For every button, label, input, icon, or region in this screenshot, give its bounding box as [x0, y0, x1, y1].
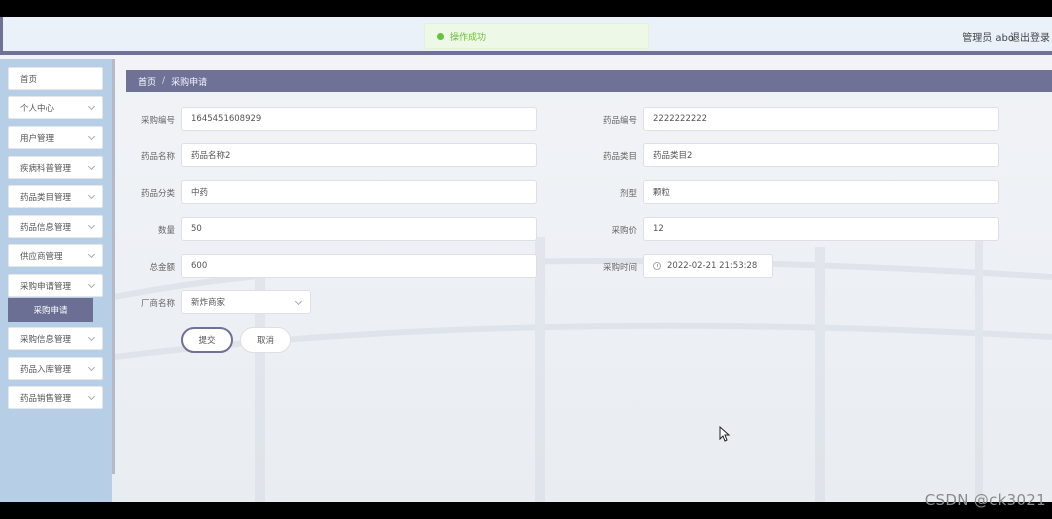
purchase-no-value: 1645451608929 — [191, 114, 262, 124]
main-content: 首页 / 采购申请 — [126, 70, 1052, 502]
chevron-down-icon — [87, 221, 96, 230]
quantity-field[interactable]: 50 — [181, 217, 537, 241]
sidebar-item-purchase-info[interactable]: 采购信息管理 — [8, 327, 103, 350]
top-bar: 操作成功 管理员 abo 退出登录 — [0, 17, 1052, 55]
sidebar-item-users[interactable]: 用户管理 — [8, 126, 103, 149]
chevron-down-icon — [87, 280, 96, 289]
breadcrumb-current: 采购申请 — [171, 77, 208, 88]
sidebar-item-stock-in[interactable]: 药品入库管理 — [8, 357, 103, 380]
drug-class-field[interactable]: 中药 — [181, 180, 537, 204]
chevron-down-icon — [87, 392, 96, 401]
purchase-time-label: 采购时间 — [602, 263, 637, 273]
unit-price-value: 12 — [653, 224, 664, 234]
submenu-item-label: 采购申请 — [33, 306, 68, 316]
submit-button[interactable]: 提交 — [181, 327, 233, 353]
total-value: 600 — [191, 261, 208, 271]
success-toast: 操作成功 — [424, 23, 649, 49]
total-label: 总金额 — [149, 263, 175, 273]
sidebar-item-label: 药品销售管理 — [20, 393, 72, 404]
screen-frame: 操作成功 管理员 abo 退出登录 首页 个人中心 用户管理 疾病科普管理 药品… — [0, 0, 1052, 519]
sidebar-item-label: 药品入库管理 — [20, 364, 72, 375]
watermark: CSDN @ck3021 — [924, 491, 1046, 509]
vendor-select[interactable]: 新炸商家 — [181, 290, 311, 314]
sidebar-item-label: 供应商管理 — [20, 251, 63, 262]
quantity-value: 50 — [191, 224, 202, 234]
chevron-down-icon — [294, 297, 303, 306]
chevron-down-icon — [87, 250, 96, 259]
sidebar-item-drug-category[interactable]: 药品类目管理 — [8, 185, 103, 208]
sidebar-item-label: 个人中心 — [20, 103, 55, 114]
unit-price-label: 采购价 — [611, 226, 637, 236]
sidebar-item-purchase-request[interactable]: 采购申请管理 — [8, 274, 103, 297]
success-icon — [437, 32, 444, 40]
logout-link[interactable]: 退出登录 — [1010, 29, 1050, 44]
breadcrumb-separator: / — [162, 76, 166, 86]
drug-name-label: 药品名称 — [140, 152, 175, 162]
chevron-down-icon — [87, 102, 96, 111]
purchase-time-value: 2022-02-21 21:53:28 — [667, 261, 758, 271]
toast-text: 操作成功 — [450, 32, 487, 43]
sidebar-item-disease[interactable]: 疾病科普管理 — [8, 156, 103, 179]
clock-icon — [653, 262, 661, 270]
drug-name-field[interactable]: 药品名称2 — [181, 143, 537, 167]
sidebar-item-label: 采购申请管理 — [20, 281, 72, 292]
sidebar-item-sales[interactable]: 药品销售管理 — [8, 386, 103, 409]
dosage-form-value: 颗粒 — [653, 188, 671, 198]
top-bar-accent — [0, 17, 3, 55]
drug-no-label: 药品编号 — [602, 116, 637, 126]
submenu-item-purchase-request[interactable]: 采购申请 — [8, 298, 93, 322]
chevron-down-icon — [87, 333, 96, 342]
drug-no-value: 2222222222 — [653, 114, 708, 124]
purchase-time-picker[interactable]: 2022-02-21 21:53:28 — [643, 254, 773, 278]
vendor-value: 新炸商家 — [191, 298, 226, 308]
unit-price-field[interactable]: 12 — [643, 217, 999, 241]
user-label: 管理员 abo — [962, 33, 1014, 44]
purchase-no-label: 采购编号 — [140, 116, 175, 126]
chevron-down-icon — [87, 363, 96, 372]
quantity-label: 数量 — [157, 226, 175, 236]
drug-category-value: 药品类目2 — [653, 151, 693, 161]
breadcrumb: 首页 / 采购申请 — [126, 70, 1052, 92]
sidebar-item-label: 疾病科普管理 — [20, 163, 72, 174]
drug-name-value: 药品名称2 — [191, 151, 231, 161]
drug-category-label: 药品类目 — [602, 152, 637, 162]
chevron-down-icon — [87, 162, 96, 171]
chevron-down-icon — [87, 132, 96, 141]
breadcrumb-home[interactable]: 首页 — [138, 75, 156, 88]
mouse-cursor-icon — [719, 426, 731, 442]
sidebar-item-label: 首页 — [20, 74, 38, 85]
app-screen: 操作成功 管理员 abo 退出登录 首页 个人中心 用户管理 疾病科普管理 药品… — [0, 17, 1052, 502]
drug-class-value: 中药 — [191, 188, 209, 198]
drug-category-field[interactable]: 药品类目2 — [643, 143, 999, 167]
drug-class-label: 药品分类 — [140, 189, 175, 199]
dosage-form-label: 剂型 — [619, 189, 637, 199]
sidebar-item-label: 药品类目管理 — [20, 192, 72, 203]
dosage-form-field[interactable]: 颗粒 — [643, 180, 999, 204]
cancel-button-label: 取消 — [256, 336, 274, 346]
drug-no-field[interactable]: 2222222222 — [643, 107, 999, 131]
sidebar-item-home[interactable]: 首页 — [8, 67, 103, 90]
sidebar-item-label: 药品信息管理 — [20, 222, 72, 233]
sidebar-item-label: 用户管理 — [20, 133, 55, 144]
sidebar-item-drug-info[interactable]: 药品信息管理 — [8, 215, 103, 238]
sidebar-item-label: 采购信息管理 — [20, 334, 72, 345]
cancel-button[interactable]: 取消 — [240, 327, 291, 353]
chevron-down-icon — [87, 191, 96, 200]
sidebar-item-profile[interactable]: 个人中心 — [8, 96, 103, 119]
submit-button-label: 提交 — [198, 336, 216, 346]
purchase-no-field[interactable]: 1645451608929 — [181, 107, 537, 131]
sidebar-item-supplier[interactable]: 供应商管理 — [8, 244, 103, 267]
total-field[interactable]: 600 — [181, 254, 537, 278]
vendor-label: 厂商名称 — [140, 299, 175, 309]
